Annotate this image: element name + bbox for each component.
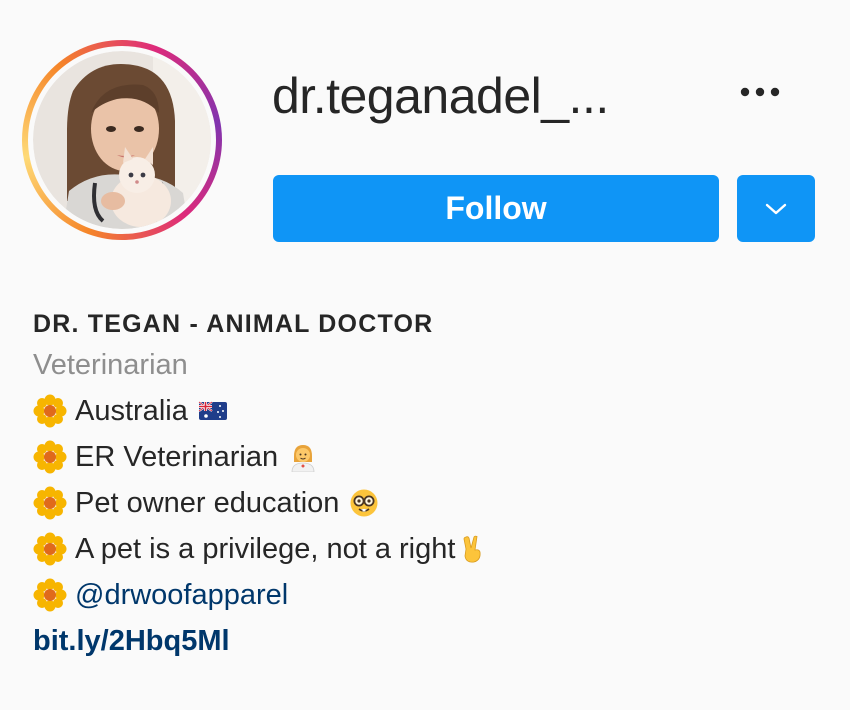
more-options-button[interactable] [730, 72, 790, 112]
australia-flag-icon [198, 401, 227, 420]
bio-line-text: A pet is a privilege, not a right [75, 533, 456, 565]
profile-bio: DR. TEGAN - ANIMAL DOCTOR Veterinarian A… [33, 306, 833, 664]
bio-line-text: Pet owner education [75, 487, 340, 519]
bio-line: @drwoofapparel [33, 572, 833, 618]
full-name: DR. TEGAN - ANIMAL DOCTOR [33, 310, 434, 338]
username: dr.teganadel_... [272, 68, 609, 124]
bio-line-text: Australia [75, 395, 188, 427]
bio-line: Australia [33, 388, 833, 434]
chevron-down-icon [765, 203, 787, 214]
suggestions-dropdown-button[interactable] [737, 175, 815, 242]
more-options-icon [740, 87, 780, 97]
bio-line: ER Veterinarian [33, 434, 833, 480]
story-ring[interactable] [22, 40, 222, 240]
blossom-icon [33, 532, 67, 566]
website-link[interactable]: bit.ly/2Hbq5Ml [33, 618, 833, 664]
victory-hand-icon [464, 535, 481, 563]
avatar[interactable] [33, 51, 211, 229]
bio-line-text: ER Veterinarian [75, 441, 279, 473]
bio-line: Pet owner education [33, 480, 833, 526]
blossom-icon [33, 394, 67, 428]
blossom-icon [33, 440, 67, 474]
avatar-gap [28, 46, 216, 234]
follow-button[interactable]: Follow [273, 175, 719, 242]
bio-line: A pet is a privilege, not a right [33, 526, 833, 572]
blossom-icon [33, 486, 67, 520]
nerd-face-icon [350, 489, 378, 517]
category-label: Veterinarian [33, 349, 188, 381]
health-worker-icon [291, 445, 315, 472]
mention-link[interactable]: @drwoofapparel [75, 572, 288, 618]
blossom-icon [33, 578, 67, 612]
